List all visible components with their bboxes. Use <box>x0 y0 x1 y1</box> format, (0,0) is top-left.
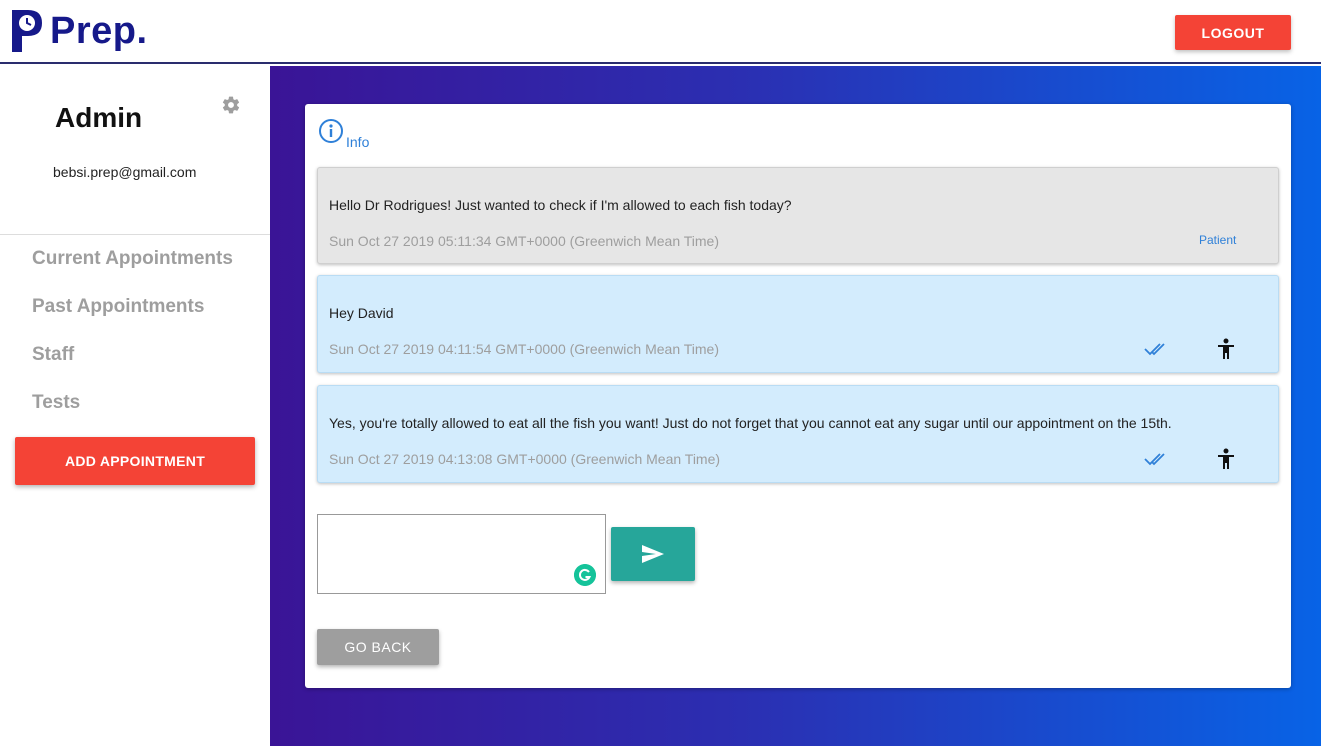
message-text: Yes, you're totally allowed to eat all t… <box>329 415 1172 431</box>
sidebar: Admin bebsi.prep@gmail.com Current Appoi… <box>0 66 270 746</box>
person-icon <box>1218 448 1234 469</box>
message-timestamp: Sun Oct 27 2019 04:13:08 GMT+0000 (Green… <box>329 451 721 467</box>
message-text: Hello Dr Rodrigues! Just wanted to check… <box>329 197 792 213</box>
message-doctor: Yes, you're totally allowed to eat all t… <box>317 385 1279 483</box>
sidebar-item-tests[interactable]: Tests <box>32 392 80 414</box>
logout-button[interactable]: LOGOUT <box>1175 15 1291 50</box>
message-doctor: Hey David Sun Oct 27 2019 04:11:54 GMT+0… <box>317 275 1279 373</box>
go-back-button[interactable]: GO BACK <box>317 629 439 665</box>
gear-icon[interactable] <box>221 95 241 115</box>
info-icon <box>319 119 343 143</box>
top-bar: Prep. LOGOUT <box>0 0 1321 64</box>
message-text: Hey David <box>329 305 394 321</box>
logo[interactable]: Prep. <box>6 6 148 56</box>
chat-card: Info Hello Dr Rodrigues! Just wanted to … <box>305 104 1291 688</box>
sidebar-item-current-appointments[interactable]: Current Appointments <box>32 248 233 270</box>
brand-name: Prep. <box>50 9 148 52</box>
admin-email: bebsi.prep@gmail.com <box>53 164 197 180</box>
info-link[interactable]: Info <box>318 118 369 150</box>
main-area: Info Hello Dr Rodrigues! Just wanted to … <box>270 66 1321 746</box>
admin-name: Admin <box>55 102 143 133</box>
person-icon <box>1218 338 1234 359</box>
info-label: Info <box>346 134 370 150</box>
add-appointment-button[interactable]: ADD APPOINTMENT <box>15 437 255 485</box>
send-button[interactable] <box>611 527 695 581</box>
grammarly-icon[interactable] <box>574 564 596 586</box>
sender-role-label: Patient <box>1199 233 1237 247</box>
message-timestamp: Sun Oct 27 2019 05:11:34 GMT+0000 (Green… <box>329 233 720 249</box>
logo-icon <box>12 10 42 52</box>
send-icon <box>642 545 664 563</box>
double-check-icon <box>1144 343 1165 356</box>
sidebar-divider <box>0 234 270 235</box>
sidebar-item-past-appointments[interactable]: Past Appointments <box>32 296 204 318</box>
sidebar-item-staff[interactable]: Staff <box>32 344 74 366</box>
double-check-icon <box>1144 453 1165 466</box>
message-input[interactable] <box>317 514 606 594</box>
message-patient: Hello Dr Rodrigues! Just wanted to check… <box>317 167 1279 264</box>
message-timestamp: Sun Oct 27 2019 04:11:54 GMT+0000 (Green… <box>329 341 720 357</box>
